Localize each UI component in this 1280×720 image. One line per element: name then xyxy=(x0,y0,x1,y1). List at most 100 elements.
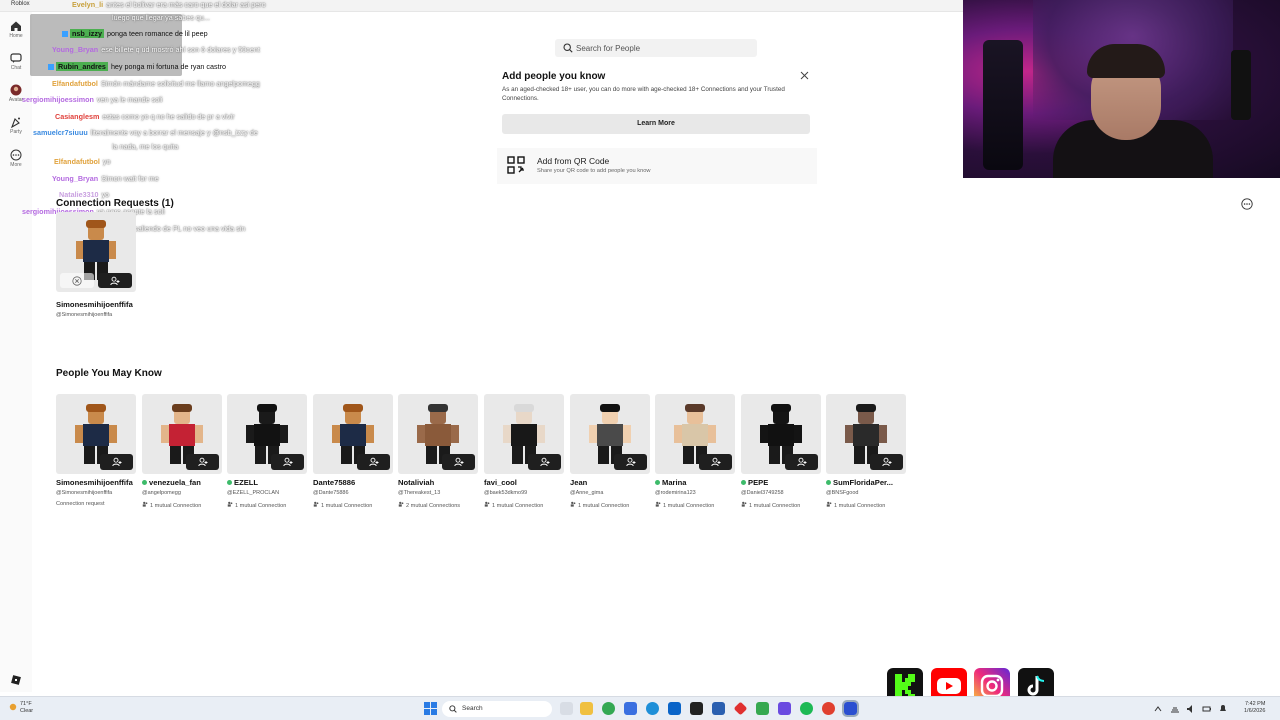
person-card[interactable] xyxy=(570,394,650,474)
app-red-icon[interactable] xyxy=(733,701,748,716)
person-card[interactable] xyxy=(227,394,307,474)
add-connection-button[interactable] xyxy=(442,454,475,470)
chat-message-text: hey ponga mi fortuna de ryan castro xyxy=(110,62,227,71)
person-name[interactable]: Dante75886 xyxy=(313,478,355,487)
outlook-icon[interactable] xyxy=(668,702,681,715)
chevron-up-icon[interactable] xyxy=(1154,705,1162,713)
add-from-qr-code[interactable]: Add from QR Code Share your QR code to a… xyxy=(497,148,817,184)
store-icon[interactable] xyxy=(624,702,637,715)
chrome-alt-icon[interactable] xyxy=(822,702,835,715)
add-connection-button[interactable] xyxy=(870,454,903,470)
person-name[interactable]: SumFloridaPer... xyxy=(826,478,893,487)
request-handle: @Simonesmihijoenffifa xyxy=(56,312,113,318)
person-card[interactable] xyxy=(313,394,393,474)
battery-icon[interactable] xyxy=(1202,704,1212,714)
person-card[interactable] xyxy=(56,394,136,474)
person-handle: @rodemirina123 xyxy=(655,490,696,496)
search-icon xyxy=(563,43,573,53)
add-connection-button[interactable] xyxy=(271,454,304,470)
chrome-icon[interactable] xyxy=(602,702,615,715)
add-friend-icon xyxy=(711,457,721,467)
notification-icon[interactable] xyxy=(1218,704,1228,714)
excel-icon[interactable] xyxy=(756,702,769,715)
learn-more-button[interactable]: Learn More xyxy=(502,114,810,134)
person-card[interactable] xyxy=(655,394,735,474)
spotify-icon[interactable] xyxy=(800,702,813,715)
chat-message: nsb_izzy ponga teen romance de lil peep xyxy=(62,29,208,38)
roblox-logo[interactable] xyxy=(0,674,32,686)
taskbar-clock[interactable]: 7:42 PM 1/6/2026 xyxy=(1244,701,1265,715)
task-view-icon[interactable] xyxy=(560,702,573,715)
add-friend-icon xyxy=(283,457,293,467)
file-explorer-icon[interactable] xyxy=(580,702,593,715)
accept-request-button[interactable] xyxy=(98,273,132,288)
person-card[interactable] xyxy=(826,394,906,474)
person-card[interactable] xyxy=(398,394,478,474)
chat-username: sergiomihijoessimon xyxy=(22,95,94,104)
person-handle: @baek53dkmo99 xyxy=(484,490,528,496)
person-name[interactable]: EZELL xyxy=(227,478,258,487)
request-name[interactable]: Simonesmihijoenffifa xyxy=(56,300,133,309)
chat-username: Rubin_andres xyxy=(56,62,108,71)
request-card[interactable] xyxy=(56,212,136,292)
chat-message: luego que llegar ya sabes qu... xyxy=(112,13,210,22)
search-icon xyxy=(449,705,457,713)
chat-username: nsb_izzy xyxy=(70,29,104,38)
person-handle: @Anne_gima xyxy=(570,490,604,496)
add-connection-button[interactable] xyxy=(614,454,647,470)
person-name[interactable]: Notaliviah xyxy=(398,478,434,487)
chat-username: Evelyn_li xyxy=(72,0,104,9)
add-connection-button[interactable] xyxy=(186,454,219,470)
search-input[interactable] xyxy=(576,43,746,53)
chat-message: Rubin_andres hey ponga mi fortuna de ryan… xyxy=(48,62,227,71)
person-card[interactable] xyxy=(484,394,564,474)
add-connection-button[interactable] xyxy=(357,454,390,470)
person-handle: @Dante75886 xyxy=(313,490,349,496)
person-name-text: favi_cool xyxy=(484,478,517,487)
add-friend-icon xyxy=(454,457,464,467)
person-meta: 2 mutual Connections xyxy=(398,501,460,509)
microphone xyxy=(1231,50,1251,120)
person-name[interactable]: Simonesmihijoenffifa xyxy=(56,478,133,487)
person-card[interactable] xyxy=(142,394,222,474)
windows-start-icon[interactable] xyxy=(424,702,437,715)
roblox-taskbar-icon[interactable] xyxy=(842,700,859,717)
volume-icon[interactable] xyxy=(1186,704,1196,714)
person-name[interactable]: PEPE xyxy=(741,478,768,487)
person-handle: @Simonesmihijoenffifa xyxy=(56,490,113,496)
mutual-connections-icon xyxy=(313,501,319,507)
person-card[interactable] xyxy=(741,394,821,474)
person-meta-text: 1 mutual Connection xyxy=(321,503,373,509)
chat-username: Elfandafutbol xyxy=(52,79,98,88)
add-connection-button[interactable] xyxy=(699,454,732,470)
people-search-bar[interactable] xyxy=(555,39,757,57)
webcam-overlay xyxy=(963,0,1280,178)
discord-icon[interactable] xyxy=(778,702,791,715)
app-icon[interactable] xyxy=(712,702,725,715)
edge-icon[interactable] xyxy=(646,702,659,715)
weather-widget[interactable]: 71°F Clear xyxy=(20,701,33,715)
person-name-text: Notaliviah xyxy=(398,478,435,487)
add-friend-icon xyxy=(882,457,892,467)
person-name[interactable]: Marina xyxy=(655,478,686,487)
mutual-connections-icon xyxy=(570,501,576,507)
options-icon[interactable] xyxy=(1241,198,1253,210)
add-connection-button[interactable] xyxy=(528,454,561,470)
person-name[interactable]: Jean xyxy=(570,478,587,487)
close-icon[interactable] xyxy=(800,71,809,80)
connection-requests-title: Connection Requests (1) xyxy=(56,198,174,209)
person-handle: @BNSFgood xyxy=(826,490,859,496)
decline-request-button[interactable] xyxy=(60,273,94,288)
network-icon[interactable] xyxy=(1170,704,1180,714)
chat-message-text: ponga teen romance de lil peep xyxy=(106,29,208,38)
add-connection-button[interactable] xyxy=(100,454,133,470)
add-friend-icon xyxy=(198,457,208,467)
taskbar-search[interactable]: Search xyxy=(442,701,552,717)
person-name[interactable]: favi_cool xyxy=(484,478,517,487)
online-status-icon xyxy=(826,480,831,485)
calculator-icon[interactable] xyxy=(690,702,703,715)
add-connection-button[interactable] xyxy=(785,454,818,470)
person-name[interactable]: venezuela_fan xyxy=(142,478,201,487)
chat-message-text: antes el bolivar era más caro que el dol… xyxy=(106,0,266,9)
chat-message-text: la nada, me los quita xyxy=(112,142,179,151)
